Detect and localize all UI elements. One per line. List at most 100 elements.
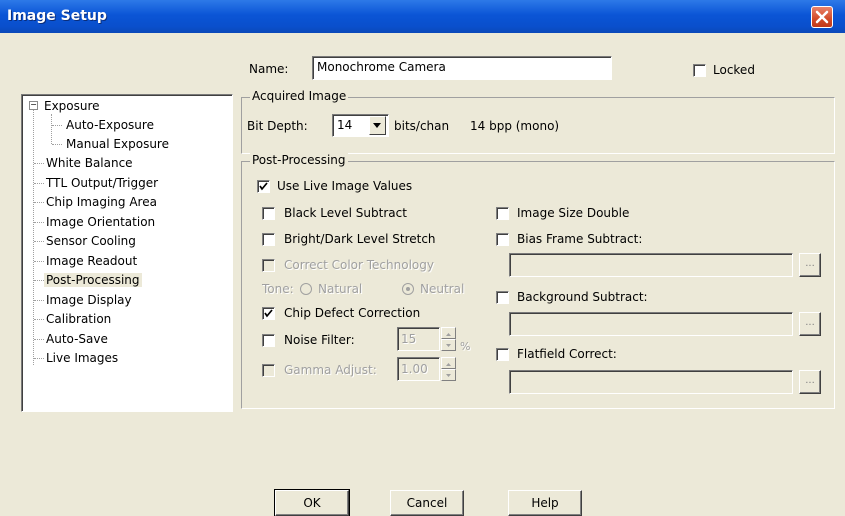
- tree-line: [33, 109, 34, 365]
- noise-filter-spinner[interactable]: [441, 327, 456, 351]
- chip-defect-label: Chip Defect Correction: [284, 306, 421, 320]
- arrow-down-icon: [446, 374, 451, 377]
- correct-color-label: Correct Color Technology: [284, 258, 434, 272]
- name-label: Name:: [249, 62, 289, 76]
- name-input[interactable]: Monochrome Camera: [312, 56, 612, 80]
- bit-depth-select[interactable]: 14: [332, 114, 389, 137]
- flatfield-path-input[interactable]: [509, 370, 793, 394]
- cancel-button[interactable]: Cancel: [390, 490, 464, 516]
- use-live-checkbox[interactable]: [257, 180, 270, 193]
- tree-item-calibration[interactable]: Calibration: [46, 312, 111, 326]
- correct-color-checkbox[interactable]: [262, 259, 275, 272]
- bpp-text: 14 bpp (mono): [470, 119, 560, 133]
- check-icon: [259, 182, 268, 191]
- tree-line: [34, 261, 44, 262]
- bias-frame-path-input[interactable]: [509, 253, 793, 277]
- tree-item-post-processing[interactable]: Post-Processing: [44, 273, 142, 287]
- tree-item-white-balance[interactable]: White Balance: [46, 156, 133, 170]
- tree-line: [52, 144, 62, 145]
- chevron-down-icon: [373, 123, 381, 128]
- tree-line: [34, 202, 44, 203]
- arrow-up-icon: [446, 363, 451, 366]
- spin-down-button[interactable]: [441, 369, 456, 381]
- locked-checkbox[interactable]: [693, 64, 706, 77]
- noise-filter-input[interactable]: 15: [397, 327, 440, 351]
- tone-label: Tone:: [262, 282, 294, 296]
- tone-natural-radio[interactable]: [300, 283, 312, 295]
- tree-line: [34, 280, 44, 281]
- gamma-checkbox[interactable]: [262, 364, 275, 377]
- tree-line: [34, 222, 44, 223]
- tree-line: [34, 300, 44, 301]
- tree-item-auto-save[interactable]: Auto-Save: [46, 332, 108, 346]
- tree-line: [52, 125, 62, 126]
- bit-depth-label: Bit Depth:: [247, 119, 308, 133]
- close-icon: [815, 10, 829, 24]
- bits-unit-label: bits/chan: [394, 119, 450, 133]
- tree-line: [34, 163, 44, 164]
- tree-line: [34, 183, 44, 184]
- dropdown-button[interactable]: [369, 116, 386, 135]
- tree-item-chip-imaging-area[interactable]: Chip Imaging Area: [46, 195, 157, 209]
- bias-frame-browse-button[interactable]: ...: [799, 253, 821, 277]
- black-level-checkbox[interactable]: [262, 207, 275, 220]
- gamma-value: 1.00: [401, 362, 428, 376]
- spin-up-button[interactable]: [441, 327, 456, 339]
- size-double-checkbox[interactable]: [496, 207, 509, 220]
- close-button[interactable]: [811, 6, 833, 28]
- tree-line: [34, 339, 44, 340]
- arrow-down-icon: [446, 344, 451, 347]
- black-level-label: Black Level Subtract: [284, 206, 407, 220]
- title-bar: Image Setup: [0, 0, 845, 33]
- tree-line: [51, 114, 52, 144]
- spin-up-button[interactable]: [441, 357, 456, 369]
- bias-frame-label: Bias Frame Subtract:: [517, 232, 643, 246]
- acquired-image-group-label: Acquired Image: [250, 89, 349, 103]
- background-browse-button[interactable]: ...: [799, 312, 821, 336]
- size-double-label: Image Size Double: [517, 206, 630, 220]
- spin-down-button[interactable]: [441, 339, 456, 351]
- flatfield-checkbox[interactable]: [496, 348, 509, 361]
- noise-filter-checkbox[interactable]: [262, 334, 275, 347]
- ok-button[interactable]: OK: [274, 489, 350, 516]
- background-label: Background Subtract:: [517, 290, 648, 304]
- bias-frame-checkbox[interactable]: [496, 233, 509, 246]
- gamma-spinner[interactable]: [441, 357, 456, 381]
- check-icon: [264, 309, 273, 318]
- locked-label: Locked: [713, 63, 755, 77]
- tree-item-image-orientation[interactable]: Image Orientation: [46, 215, 155, 229]
- tree-item-sensor-cooling[interactable]: Sensor Cooling: [46, 234, 136, 248]
- settings-tree[interactable]: − Exposure Auto-Exposure Manual Exposure…: [21, 94, 233, 412]
- tree-item-image-readout[interactable]: Image Readout: [46, 254, 137, 268]
- tree-item-manual-exposure[interactable]: Manual Exposure: [66, 137, 169, 151]
- tree-item-exposure[interactable]: Exposure: [44, 99, 100, 113]
- tone-neutral-label: Neutral: [420, 282, 465, 296]
- tree-item-ttl-output[interactable]: TTL Output/Trigger: [46, 176, 158, 190]
- window-title: Image Setup: [7, 8, 107, 24]
- tone-natural-label: Natural: [318, 282, 363, 296]
- name-input-value: Monochrome Camera: [317, 60, 446, 74]
- bright-dark-checkbox[interactable]: [262, 233, 275, 246]
- flatfield-browse-button[interactable]: ...: [799, 370, 821, 394]
- use-live-label: Use Live Image Values: [277, 179, 413, 193]
- post-processing-group-label: Post-Processing: [250, 153, 348, 167]
- noise-filter-value: 15: [401, 332, 417, 346]
- chip-defect-checkbox[interactable]: [262, 307, 275, 320]
- flatfield-label: Flatfield Correct:: [517, 347, 617, 361]
- gamma-input[interactable]: 1.00: [397, 357, 440, 381]
- tree-item-live-images[interactable]: Live Images: [46, 351, 118, 365]
- background-checkbox[interactable]: [496, 291, 509, 304]
- bit-depth-value: 14: [337, 118, 353, 132]
- tree-item-auto-exposure[interactable]: Auto-Exposure: [66, 118, 154, 132]
- collapse-icon[interactable]: −: [29, 101, 38, 110]
- tone-neutral-radio[interactable]: [402, 283, 414, 295]
- gamma-label: Gamma Adjust:: [284, 363, 377, 377]
- tree-item-image-display[interactable]: Image Display: [46, 293, 132, 307]
- tree-line: [34, 319, 44, 320]
- tree-line: [34, 358, 44, 359]
- help-button[interactable]: Help: [508, 490, 582, 516]
- noise-filter-unit: %: [460, 340, 471, 353]
- background-path-input[interactable]: [509, 312, 793, 336]
- arrow-up-icon: [446, 333, 451, 336]
- tree-line: [34, 241, 44, 242]
